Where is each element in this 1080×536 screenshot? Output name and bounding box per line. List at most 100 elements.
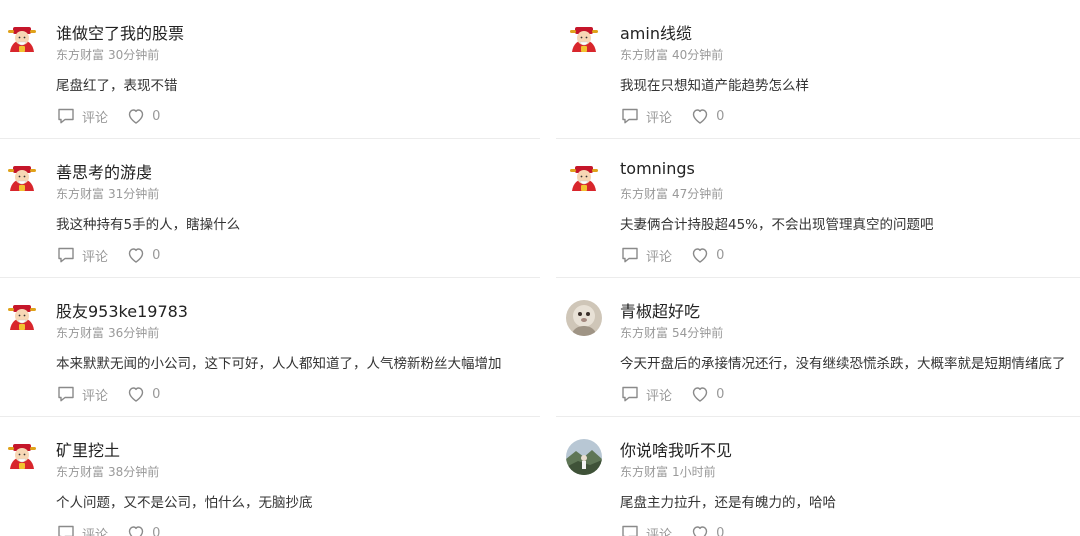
comment-bubble-icon — [56, 523, 82, 536]
comment-text: 尾盘红了，表现不错 — [56, 78, 178, 94]
username[interactable]: 青椒超好吃 — [620, 298, 700, 322]
comment-label: 评论 — [646, 388, 673, 404]
timestamp: 38分钟前 — [108, 465, 160, 479]
like-count: 0 — [152, 386, 161, 402]
comment-item: 股友953ke19783 东方财富 36分钟前 本来默默无闻的小公司，这下可好，人… — [0, 278, 540, 417]
heart-icon — [126, 384, 152, 404]
comment-button[interactable]: 评论 — [56, 106, 108, 126]
comment-button[interactable]: 评论 — [620, 106, 672, 126]
like-button[interactable]: 0 — [126, 245, 160, 265]
comment-button[interactable]: 评论 — [56, 523, 108, 536]
source-label: 东方财富 — [620, 465, 669, 479]
source-label: 东方财富 — [620, 48, 669, 62]
comment-meta: 东方财富 30分钟前 — [56, 46, 159, 63]
comment-actions: 评论 0 — [620, 106, 738, 126]
like-button[interactable]: 0 — [126, 106, 160, 126]
heart-icon — [126, 106, 152, 126]
fortune-god-avatar-icon[interactable] — [4, 161, 40, 197]
comment-text: 我现在只想知道产能趋势怎么样 — [620, 78, 809, 94]
fortune-god-avatar-icon[interactable] — [4, 22, 40, 58]
like-count: 0 — [716, 108, 725, 124]
comment-text: 今天开盘后的承接情况还行，没有继续恐慌杀跌，大概率就是短期情绪底了 — [620, 356, 1066, 372]
comment-label: 评论 — [646, 110, 673, 126]
username[interactable]: 股友953ke19783 — [56, 298, 188, 322]
source-label: 东方财富 — [56, 187, 105, 201]
like-count: 0 — [716, 525, 725, 536]
comment-label: 评论 — [82, 110, 109, 126]
username[interactable]: amin线缆 — [620, 20, 692, 44]
username[interactable]: 谁做空了我的股票 — [56, 20, 184, 44]
timestamp: 36分钟前 — [108, 326, 160, 340]
comment-meta: 东方财富 31分钟前 — [56, 185, 159, 202]
username[interactable]: 你说啥我听不见 — [620, 437, 732, 461]
like-button[interactable]: 0 — [126, 523, 160, 536]
comment-text: 尾盘主力拉升，还是有魄力的，哈哈 — [620, 495, 836, 511]
heart-icon — [126, 523, 152, 536]
comment-actions: 评论 0 — [620, 384, 738, 404]
comment-label: 评论 — [646, 249, 673, 265]
fortune-god-avatar-icon[interactable] — [4, 439, 40, 475]
comment-text: 本来默默无闻的小公司，这下可好，人人都知道了，人气榜新粉丝大幅增加 — [56, 356, 502, 372]
comment-button[interactable]: 评论 — [56, 245, 108, 265]
fortune-god-avatar-icon[interactable] — [566, 161, 602, 197]
source-label: 东方财富 — [56, 48, 105, 62]
source-label: 东方财富 — [620, 187, 669, 201]
comment-button[interactable]: 评论 — [620, 245, 672, 265]
username[interactable]: tomnings — [620, 159, 695, 178]
comment-meta: 东方财富 1小时前 — [620, 463, 716, 480]
comment-item: 谁做空了我的股票 东方财富 30分钟前 尾盘红了，表现不错 评论 0 — [0, 0, 540, 139]
comment-item: 你说啥我听不见 东方财富 1小时前 尾盘主力拉升，还是有魄力的，哈哈 评论 0 — [556, 417, 1080, 536]
fortune-god-avatar-icon[interactable] — [566, 22, 602, 58]
comment-button[interactable]: 评论 — [620, 523, 672, 536]
comment-item: 矿里挖土 东方财富 38分钟前 个人问题，又不是公司，怕什么，无脑抄底 评论 0 — [0, 417, 540, 536]
username[interactable]: 矿里挖土 — [56, 437, 120, 461]
like-button[interactable]: 0 — [690, 245, 724, 265]
comment-bubble-icon — [620, 523, 646, 536]
landscape-photo-avatar-icon[interactable] — [566, 439, 602, 475]
comment-actions: 评论 0 — [56, 245, 174, 265]
timestamp: 30分钟前 — [108, 48, 160, 62]
comment-meta: 东方财富 38分钟前 — [56, 463, 159, 480]
like-button[interactable]: 0 — [126, 384, 160, 404]
timestamp: 47分钟前 — [672, 187, 724, 201]
comment-bubble-icon — [620, 384, 646, 404]
source-label: 东方财富 — [56, 326, 105, 340]
comment-button[interactable]: 评论 — [620, 384, 672, 404]
comment-actions: 评论 0 — [56, 106, 174, 126]
comment-actions: 评论 0 — [620, 245, 738, 265]
comment-meta: 东方财富 40分钟前 — [620, 46, 723, 63]
comment-label: 评论 — [82, 388, 109, 404]
fortune-god-avatar-icon[interactable] — [4, 300, 40, 336]
comment-button[interactable]: 评论 — [56, 384, 108, 404]
comment-bubble-icon — [620, 245, 646, 265]
comment-text: 个人问题，又不是公司，怕什么，无脑抄底 — [56, 495, 313, 511]
timestamp: 1小时前 — [672, 465, 716, 479]
like-button[interactable]: 0 — [690, 384, 724, 404]
comment-label: 评论 — [82, 249, 109, 265]
source-label: 东方财富 — [620, 326, 669, 340]
comment-actions: 评论 0 — [56, 384, 174, 404]
heart-icon — [690, 384, 716, 404]
like-count: 0 — [716, 247, 725, 263]
comment-bubble-icon — [56, 245, 82, 265]
comment-text: 我这种持有5手的人，瞎操什么 — [56, 217, 241, 233]
like-button[interactable]: 0 — [690, 106, 724, 126]
like-count: 0 — [152, 247, 161, 263]
comment-meta: 东方财富 36分钟前 — [56, 324, 159, 341]
comment-bubble-icon — [56, 106, 82, 126]
like-button[interactable]: 0 — [690, 523, 724, 536]
comment-meta: 东方财富 47分钟前 — [620, 185, 723, 202]
like-count: 0 — [152, 525, 161, 536]
comment-feed: 谁做空了我的股票 东方财富 30分钟前 尾盘红了，表现不错 评论 0 善思考的游… — [0, 0, 1080, 536]
like-count: 0 — [716, 386, 725, 402]
photo-avatar-icon[interactable] — [566, 300, 602, 336]
comment-meta: 东方财富 54分钟前 — [620, 324, 723, 341]
comment-actions: 评论 0 — [620, 523, 738, 536]
heart-icon — [690, 245, 716, 265]
timestamp: 54分钟前 — [672, 326, 724, 340]
comment-text: 夫妻俩合计持股超45%，不会出现管理真空的问题吧 — [620, 217, 934, 233]
comment-actions: 评论 0 — [56, 523, 174, 536]
heart-icon — [690, 106, 716, 126]
username[interactable]: 善思考的游虔 — [56, 159, 152, 183]
source-label: 东方财富 — [56, 465, 105, 479]
